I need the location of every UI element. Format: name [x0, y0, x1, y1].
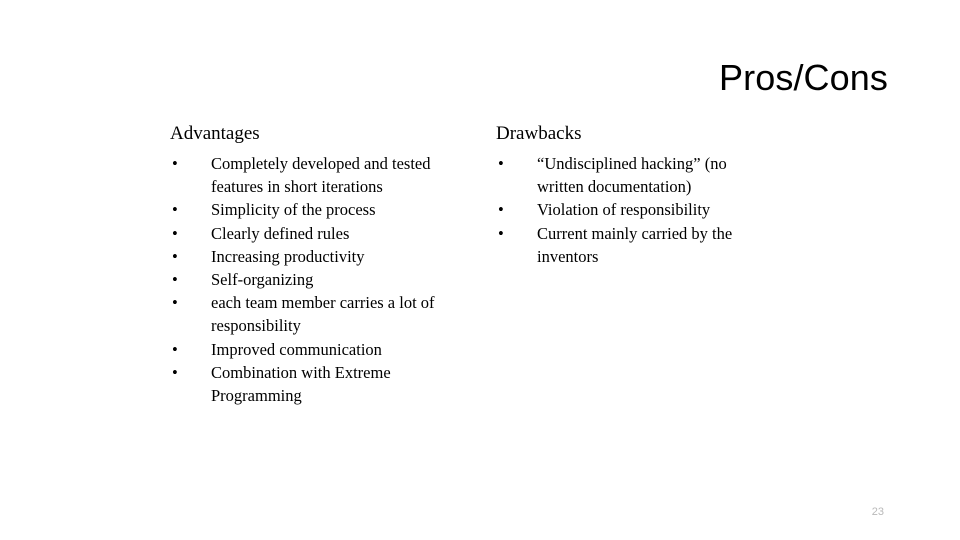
list-item-label: Simplicity of the process	[211, 200, 376, 220]
advantages-list: • Completely developed and tested featur…	[170, 152, 462, 407]
bullet-icon: •	[172, 362, 178, 382]
list-item: • Increasing productivity	[170, 245, 462, 268]
bullet-icon: •	[172, 293, 178, 313]
list-item: • Self-organizing	[170, 268, 462, 291]
list-item-label: “Undisciplined hacking” (no written docu…	[537, 154, 727, 197]
list-item: • Combination with Extreme Programming	[170, 361, 462, 407]
drawbacks-column: Drawbacks • “Undisciplined hacking” (no …	[496, 122, 762, 268]
bullet-icon: •	[498, 223, 504, 243]
list-item: • Simplicity of the process	[170, 198, 462, 221]
slide-canvas: Pros/Cons Advantages • Completely develo…	[0, 0, 960, 540]
list-item: • Current mainly carried by the inventor…	[496, 222, 762, 268]
drawbacks-list: • “Undisciplined hacking” (no written do…	[496, 152, 762, 268]
bullet-icon: •	[172, 246, 178, 266]
list-item: • Completely developed and tested featur…	[170, 152, 462, 198]
advantages-column: Advantages • Completely developed and te…	[170, 122, 462, 407]
bullet-icon: •	[172, 270, 178, 290]
advantages-heading: Advantages	[170, 123, 260, 144]
list-item-label: Violation of responsibility	[537, 200, 711, 220]
bullet-icon: •	[172, 339, 178, 359]
list-item-label: Self-organizing	[211, 270, 314, 290]
list-item-label: Clearly defined rules	[211, 223, 350, 243]
list-item-label: Increasing productivity	[211, 246, 365, 266]
list-item-label: Combination with Extreme Programming	[211, 362, 391, 406]
list-item-label: Improved communication	[211, 339, 382, 359]
bullet-icon: •	[498, 200, 504, 220]
list-item-label: Completely developed and tested features…	[211, 154, 431, 197]
list-item: • each team member carries a lot of resp…	[170, 291, 462, 337]
list-item: • “Undisciplined hacking” (no written do…	[496, 152, 762, 198]
bullet-icon: •	[172, 223, 178, 243]
page-number: 23	[871, 506, 884, 518]
bullet-icon: •	[172, 200, 178, 220]
list-item-label: each team member carries a lot of respon…	[211, 293, 435, 336]
list-item: • Violation of responsibility	[496, 198, 762, 221]
list-item-label: Current mainly carried by the inventors	[537, 223, 733, 266]
bullet-icon: •	[498, 154, 504, 173]
page-title: Pros/Cons	[719, 57, 888, 98]
drawbacks-heading: Drawbacks	[496, 123, 582, 144]
list-item: • Improved communication	[170, 338, 462, 361]
bullet-icon: •	[172, 154, 178, 173]
list-item: • Clearly defined rules	[170, 222, 462, 245]
